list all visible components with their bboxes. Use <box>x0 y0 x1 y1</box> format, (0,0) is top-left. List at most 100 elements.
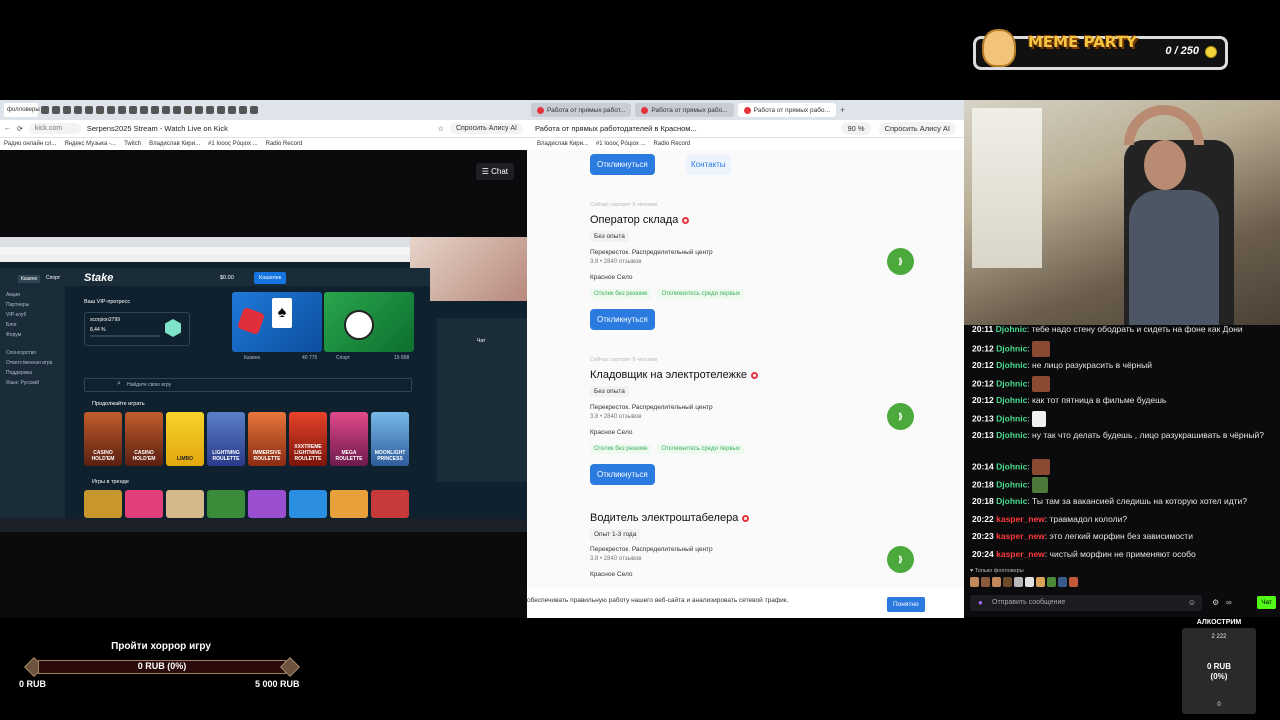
game-tile[interactable]: MEGA ROULETTE <box>330 412 368 466</box>
tab-favicon-icon[interactable] <box>184 106 192 114</box>
tab-jobs[interactable]: Работа от прямых работ... <box>531 103 632 117</box>
contacts-button[interactable]: Контакты <box>686 154 731 175</box>
avatar[interactable] <box>1047 577 1056 587</box>
bookmark-item[interactable]: Twitch <box>124 141 141 147</box>
avatar[interactable] <box>1025 577 1034 587</box>
chat-username[interactable]: Djohnic <box>996 413 1027 423</box>
avatar[interactable] <box>1069 577 1078 587</box>
game-tile[interactable] <box>125 490 163 518</box>
game-tile[interactable] <box>207 490 245 518</box>
tab-favicon-icon[interactable] <box>96 106 104 114</box>
game-tile[interactable]: CASINO HOLD'EM <box>125 412 163 466</box>
game-tile[interactable] <box>84 490 122 518</box>
sidebar-item[interactable]: Партнеры <box>0 298 65 308</box>
bookmark-item[interactable]: #1 Ιοοος Ρόцιох ... <box>208 141 258 147</box>
game-tile[interactable] <box>330 490 368 518</box>
sidebar-item[interactable]: Язык: Русский <box>0 376 65 386</box>
tab-jobs[interactable]: Работа от прямых рабо... <box>635 103 734 117</box>
chat-username[interactable]: kasper_new <box>996 531 1045 541</box>
avatar[interactable] <box>970 577 979 587</box>
sport-promo-card[interactable] <box>324 292 414 352</box>
sidebar-item[interactable]: Акции <box>0 286 65 298</box>
back-icon[interactable]: ← <box>4 125 11 132</box>
sidebar-item[interactable]: Ответственная игра <box>0 356 65 366</box>
sidebar-item[interactable]: Блог <box>0 318 65 328</box>
stake-tab-casino[interactable]: Казино <box>18 275 41 283</box>
zoom-indicator[interactable]: 90 % <box>841 122 871 135</box>
url-field[interactable]: kick.com <box>28 123 81 134</box>
company-name[interactable]: Перекресток. Распределительный центр <box>590 546 713 553</box>
tab-favicon-icon[interactable] <box>140 106 148 114</box>
chat-username[interactable]: Djohnic <box>996 343 1027 353</box>
bookmark-item[interactable]: Яндекс Музыка -... <box>64 141 116 147</box>
chat-username[interactable]: Djohnic <box>996 378 1027 388</box>
casino-promo-card[interactable]: ♠ <box>232 292 322 352</box>
job-title[interactable]: Кладовщик на электротележке <box>590 369 759 381</box>
game-tile[interactable]: IMMERSIVE ROULETTE <box>248 412 286 466</box>
game-tile[interactable]: MOONLIGHT PRINCESS <box>371 412 409 466</box>
apply-button[interactable]: Откликнуться <box>590 309 655 330</box>
bookmark-icon[interactable]: ☆ <box>438 125 444 133</box>
tab-favicon-icon[interactable] <box>74 106 82 114</box>
tab-favicon-icon[interactable] <box>228 106 236 114</box>
chat-message-input[interactable]: ● Отправить сообщение ☺ <box>970 595 1202 611</box>
points-icon[interactable]: ∞ <box>1226 598 1232 607</box>
chat-send-button[interactable]: Чат <box>1257 596 1276 609</box>
game-tile[interactable]: LIGHTNING ROULETTE <box>207 412 245 466</box>
tab-favicon-icon[interactable] <box>107 106 115 114</box>
bookmark-item[interactable]: Radio Record <box>266 141 303 147</box>
avatar[interactable] <box>1014 577 1023 587</box>
tab-favicon-icon[interactable] <box>41 106 49 114</box>
tab-favicon-icon[interactable] <box>162 106 170 114</box>
chat-username[interactable]: Djohnic <box>996 360 1027 370</box>
ask-alice-button[interactable]: Спросить Алису AI <box>449 123 523 134</box>
emoji-icon[interactable]: ☺ <box>1188 598 1196 607</box>
tab-favicon-icon[interactable] <box>217 106 225 114</box>
vip-progress-card[interactable]: scorpion2799 8,44 % <box>84 312 190 346</box>
reload-icon[interactable]: ⟳ <box>17 125 23 133</box>
chat-username[interactable]: kasper_new <box>996 514 1045 524</box>
avatar[interactable] <box>992 577 1001 587</box>
tab-favicon-icon[interactable] <box>85 106 93 114</box>
tab-favicon-icon[interactable] <box>151 106 159 114</box>
chat-username[interactable]: Djohnic <box>996 479 1027 489</box>
game-tile[interactable]: LIMBO <box>166 412 204 466</box>
sidebar-item[interactable]: Спонсорство <box>0 338 65 356</box>
chat-username[interactable]: Djohnic <box>996 496 1027 506</box>
tab-favicon-icon[interactable] <box>250 106 258 114</box>
tab-jobs-active[interactable]: Работа от прямых рабо... <box>737 103 836 117</box>
avatar[interactable] <box>1036 577 1045 587</box>
tab-favicon-icon[interactable] <box>195 106 203 114</box>
chat-username[interactable]: Djohnic <box>996 461 1027 471</box>
apply-button[interactable]: Откликнуться <box>590 464 655 485</box>
stake-tab-sport[interactable]: Спорт <box>46 275 60 281</box>
tab-favicon-icon[interactable] <box>206 106 214 114</box>
tab-favicon-icon[interactable] <box>129 106 137 114</box>
stake-search[interactable]: ⌕ Найдите свою игру <box>84 378 412 392</box>
game-tile[interactable] <box>166 490 204 518</box>
game-tile[interactable] <box>248 490 286 518</box>
chat-username[interactable]: Djohnic <box>996 325 1027 334</box>
bookmark-item[interactable]: Radio Record <box>654 141 691 147</box>
job-title[interactable]: Водитель электроштабелера <box>590 512 750 524</box>
tab-favicon-icon[interactable] <box>173 106 181 114</box>
mic-icon[interactable]: ● <box>978 598 983 607</box>
company-name[interactable]: Перекресток. Распределительный центр <box>590 249 713 256</box>
job-title[interactable]: Оператор склада <box>590 214 690 226</box>
tab-followers[interactable]: фолловеры <box>4 103 40 117</box>
cookie-accept-button[interactable]: Понятно <box>887 597 925 612</box>
bookmark-item[interactable]: Радио онлайн сл... <box>4 141 56 147</box>
stake-wallet[interactable]: $0.00 <box>220 275 234 281</box>
tab-favicon-icon[interactable] <box>52 106 60 114</box>
game-tile[interactable]: XXXTREME LIGHTNING ROULETTE <box>289 412 327 466</box>
sidebar-item[interactable]: VIP-клуб <box>0 308 65 318</box>
sidebar-item[interactable]: Форум <box>0 328 65 338</box>
tab-favicon-icon[interactable] <box>118 106 126 114</box>
bookmark-item[interactable]: Владислав Кири... <box>149 141 200 147</box>
chat-toggle-button[interactable]: ☰ Chat <box>475 163 514 180</box>
avatar[interactable] <box>981 577 990 587</box>
bookmark-item[interactable]: Владислав Кири... <box>537 141 588 147</box>
ask-alice-button[interactable]: Спросить Алису AI <box>878 122 956 135</box>
new-tab-icon[interactable]: + <box>840 105 845 115</box>
avatar[interactable] <box>1003 577 1012 587</box>
